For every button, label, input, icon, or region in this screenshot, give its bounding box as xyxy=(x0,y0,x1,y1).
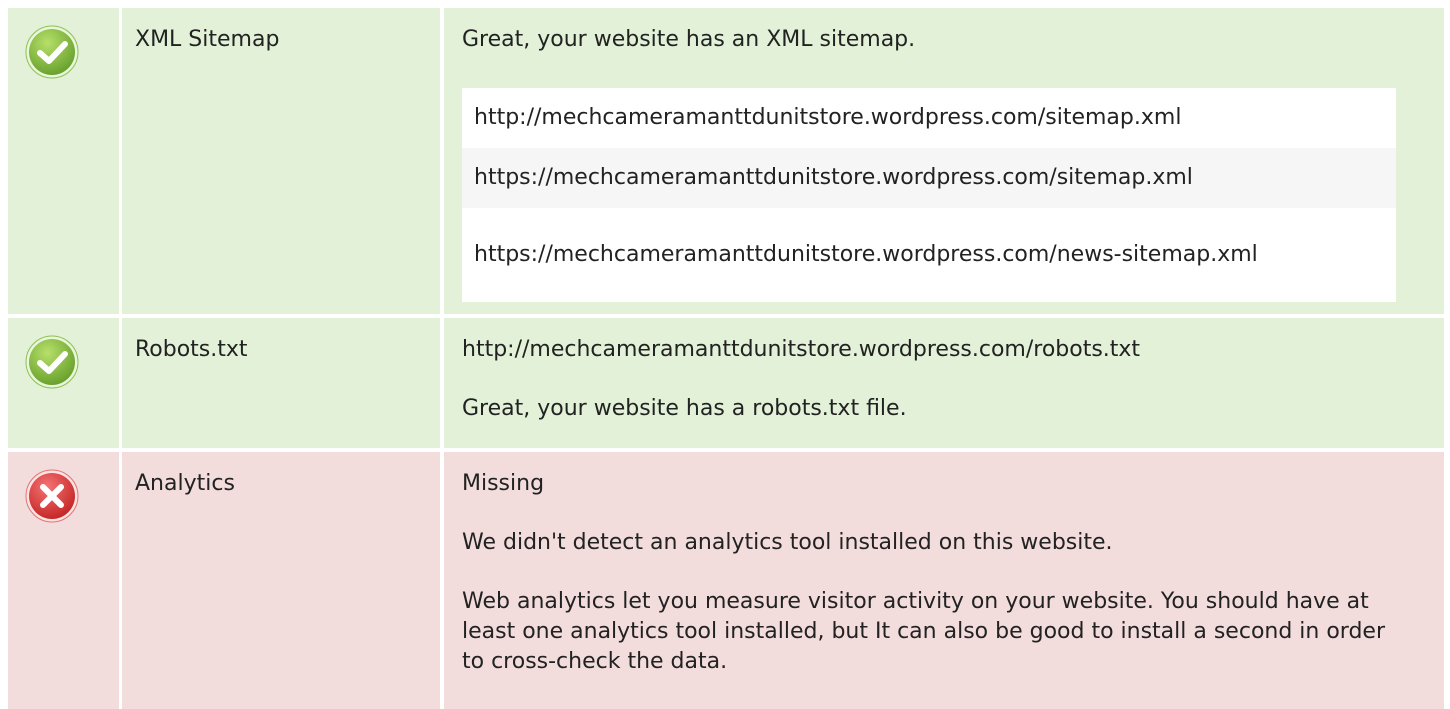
check-row-xml-sitemap: XML Sitemap Great, your website has an X… xyxy=(0,8,1450,314)
check-circle-icon xyxy=(25,335,79,389)
check-content-cell: Great, your website has an XML sitemap. … xyxy=(444,8,1444,314)
sitemap-url-list: http://mechcameramanttdunitstore.wordpre… xyxy=(462,88,1396,302)
check-label-cell: Analytics xyxy=(122,452,440,709)
check-content-cell: http://mechcameramanttdunitstore.wordpre… xyxy=(444,318,1444,448)
check-circle-icon xyxy=(25,25,79,79)
check-content-cell: Missing We didn't detect an analytics to… xyxy=(444,452,1444,709)
status-text: Missing xyxy=(462,471,545,496)
check-detail: Web analytics let you measure visitor ac… xyxy=(462,589,1386,674)
sitemap-url[interactable]: http://mechcameramanttdunitstore.wordpre… xyxy=(462,88,1396,148)
status-icon-cell xyxy=(8,8,119,314)
sitemap-url[interactable]: https://mechcameramanttdunitstore.wordpr… xyxy=(462,148,1396,208)
status-icon-cell xyxy=(8,318,119,448)
sitemap-url[interactable]: https://mechcameramanttdunitstore.wordpr… xyxy=(462,208,1396,302)
check-message: Great, your website has a robots.txt fil… xyxy=(462,396,907,421)
check-row-robots-txt: Robots.txt http://mechcameramanttdunitst… xyxy=(0,318,1450,448)
check-message: We didn't detect an analytics tool insta… xyxy=(462,530,1113,555)
x-circle-icon xyxy=(25,469,79,523)
check-message: Great, your website has an XML sitemap. xyxy=(462,27,916,52)
check-label-cell: Robots.txt xyxy=(122,318,440,448)
check-label-cell: XML Sitemap xyxy=(122,8,440,314)
check-row-analytics: Analytics Missing We didn't detect an an… xyxy=(0,452,1450,709)
status-icon-cell xyxy=(8,452,119,709)
check-label: XML Sitemap xyxy=(135,27,280,52)
robots-url[interactable]: http://mechcameramanttdunitstore.wordpre… xyxy=(462,335,1414,365)
check-label: Robots.txt xyxy=(135,337,248,362)
check-label: Analytics xyxy=(135,471,235,496)
